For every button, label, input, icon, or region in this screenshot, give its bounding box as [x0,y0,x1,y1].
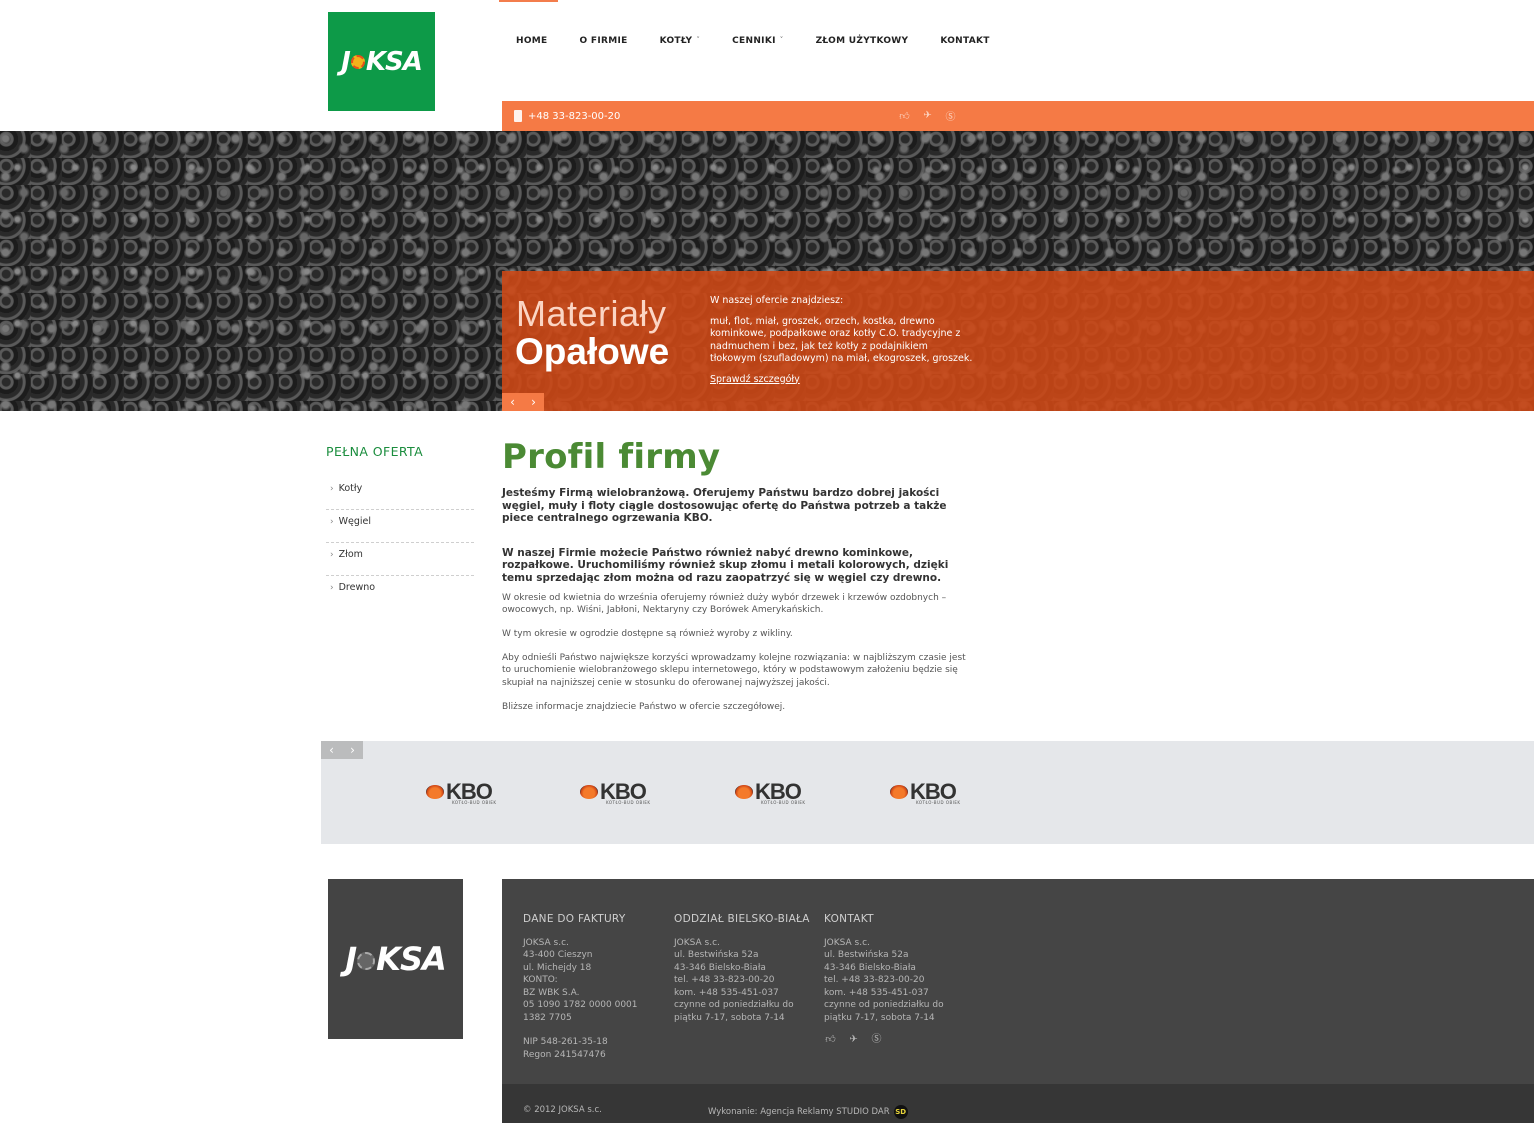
hero-description: W naszej ofercie znajdziesz: muł, flot, … [710,295,975,386]
partner-logo-kbo[interactable]: KBO KOTŁO-BUD OBIEK [426,779,516,805]
thumbs-up-icon[interactable]: 👍︎ [824,1034,837,1047]
chevron-left-icon[interactable]: ‹ [502,393,523,411]
contact-bar: +48 33-823-00-20 👍︎ ✈︎ Ⓢ [502,101,1534,131]
chevron-right-icon[interactable]: › [342,741,363,759]
chevron-right-icon[interactable]: › [523,393,544,411]
phone-number[interactable]: +48 33-823-00-20 [528,111,620,122]
chevron-right-icon: › [330,517,334,527]
site-logo[interactable]: J KSA [328,12,435,111]
sidebar-item-kotly[interactable]: › Kotły [326,477,474,510]
studio-dar-logo-icon: SD [893,1105,908,1119]
chevron-left-icon[interactable]: ‹ [321,741,342,759]
intro-paragraph: Jesteśmy Firmą wielobranżową. Oferujemy … [502,487,947,525]
nav-item-zlom-uzytkowy[interactable]: ZŁOM UŻYTKOWY [800,0,925,84]
logo-wordmark: J KSA [341,46,423,77]
body-paragraph: Aby odnieśli Państwo największe korzyści… [502,652,966,689]
partners-carousel: ‹ › KBO KOTŁO-BUD OBIEK KBO KOTŁO-BUD OB… [321,741,1534,844]
flame-icon [735,785,753,799]
footer-invoice-data: DANE DO FAKTURY JOKSA s.c. 43-400 Cieszy… [523,913,663,1061]
main-content: Profil firmy Jesteśmy Firmą wielobranżow… [502,437,977,724]
chevron-down-icon: ˅ [696,36,701,44]
footer-logo[interactable]: J KSA [328,879,463,1039]
flame-icon [890,785,908,799]
hero-body: muł, flot, miał, groszek, orzech, kostka… [710,315,973,365]
twitter-bird-icon[interactable]: ✈︎ [847,1034,860,1047]
footer-heading: ODDZIAŁ BIELSKO-BIAŁA [674,913,810,925]
footer-heading: DANE DO FAKTURY [523,913,626,925]
copyright: © 2012 JOKSA s.c. [523,1105,602,1115]
footer-branch: ODDZIAŁ BIELSKO-BIAŁA JOKSA s.c. ul. Bes… [674,913,814,1024]
nav-item-kontakt[interactable]: KONTAKT [924,0,1005,84]
hero-slider: Materiały Opałowe W naszej ofercie znajd… [0,131,1534,411]
flame-icon [580,785,598,799]
sidebar-item-zlom[interactable]: › Złom [326,543,474,576]
hero-title-light: Materiały [516,293,667,334]
footer-contact: KONTAKT JOKSA s.c. ul. Bestwińska 52a 43… [824,913,964,1047]
sun-icon [357,952,376,970]
sidebar-item-wegiel[interactable]: › Węgiel [326,510,474,543]
body-paragraph: Bliższe informacje znajdziecie Państwo w… [502,701,786,712]
hero-slider-arrows: ‹ › [502,393,544,411]
phone-contact: +48 33-823-00-20 [514,110,620,122]
credits-link[interactable]: Wykonanie: Agencja Reklamy STUDIO DAR SD [708,1105,908,1119]
footer-heading: KONTAKT [824,913,874,925]
footer-social-links: 👍︎ ✈︎ Ⓢ [824,1034,964,1047]
hero-lead: W naszej ofercie znajdziesz: [710,295,844,306]
offer-sidebar: PEŁNA OFERTA › Kotły › Węgiel › Złom › Drewn… [326,444,474,609]
phone-icon [514,110,522,122]
chevron-right-icon: › [330,484,334,494]
footer-bottom-bar: © 2012 JOKSA s.c. Wykonanie: Agencja Rek… [502,1084,1534,1123]
site-footer: DANE DO FAKTURY JOKSA s.c. 43-400 Cieszy… [502,879,1534,1084]
intro-paragraph-2: W naszej Firmie możecie Państwo również … [502,546,949,584]
sun-icon [350,55,365,69]
nav-item-cenniki[interactable]: CENNIKI ˅ [716,0,799,84]
chevron-down-icon: ˅ [779,36,784,44]
sidebar-title: PEŁNA OFERTA [326,444,424,459]
sidebar-item-drewno[interactable]: › Drewno [326,576,474,609]
twitter-bird-icon[interactable]: ✈︎ [921,109,934,122]
skype-icon[interactable]: Ⓢ [944,109,957,123]
chevron-right-icon: › [330,550,334,560]
flame-icon [426,785,444,799]
nav-item-kotly[interactable]: KOTŁY ˅ [644,0,717,84]
nav-item-o-firmie[interactable]: O FIRMIE [564,0,644,84]
hero-title-bold: Opałowe [515,331,670,372]
skype-icon[interactable]: Ⓢ [870,1034,883,1047]
main-nav: HOME O FIRMIE KOTŁY ˅ CENNIKI ˅ ZŁOM UŻYTK… [500,0,1006,84]
partner-logo-kbo[interactable]: KBO KOTŁO-BUD OBIEK [735,779,825,805]
body-paragraph: W tym okresie w ogrodzie dostępne są rów… [502,628,793,639]
partners-arrows: ‹ › [321,741,363,759]
body-paragraph: W okresie od kwietnia do września oferuj… [502,592,947,616]
partner-logo-kbo[interactable]: KBO KOTŁO-BUD OBIEK [890,779,980,805]
page-title: Profil firmy [502,437,721,477]
chevron-right-icon: › [330,583,334,593]
nav-item-home[interactable]: HOME [500,0,564,84]
partner-logo-kbo[interactable]: KBO KOTŁO-BUD OBIEK [580,779,670,805]
hero-caption-panel: Materiały Opałowe W naszej ofercie znajd… [502,271,1534,411]
hero-details-link[interactable]: Sprawdź szczegóły [710,374,800,387]
social-links: 👍︎ ✈︎ Ⓢ [898,109,957,123]
thumbs-up-icon[interactable]: 👍︎ [898,109,911,122]
logo-wordmark: J KSA [345,940,447,978]
